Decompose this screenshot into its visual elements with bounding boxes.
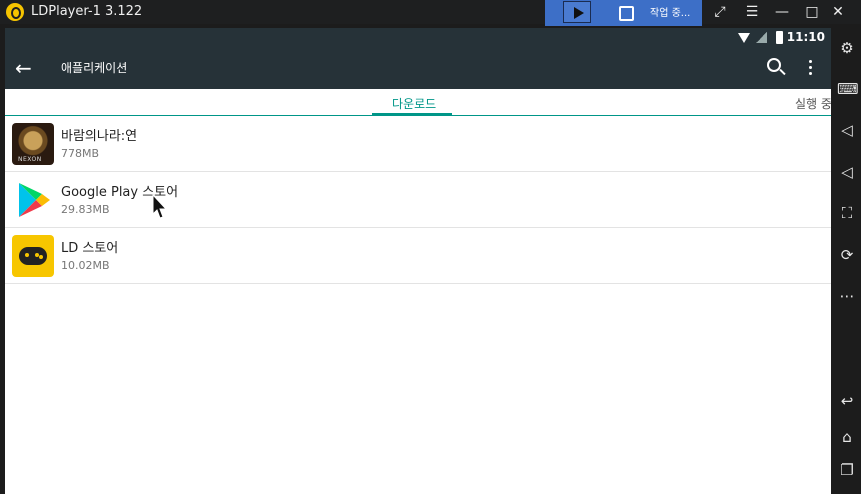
app-size: 29.83MB [61, 203, 110, 216]
ldplayer-logo-icon [6, 3, 24, 21]
list-item[interactable]: Google Play 스토어 29.83MB [5, 172, 831, 228]
emulator-sidebar: ⚙ ⌨ ◁ ◁ ⛶ ⟳ ⋯ ↩ ⌂ ❐ [833, 28, 861, 494]
app-size: 10.02MB [61, 259, 110, 272]
cellular-icon [756, 32, 767, 43]
recent-apps-icon[interactable]: ❐ [837, 460, 857, 480]
status-bar: 11:10 [5, 28, 831, 48]
list-item[interactable]: LD 스토어 10.02MB [5, 228, 831, 284]
minimize-icon[interactable]: — [772, 2, 792, 22]
home-icon[interactable]: ⌂ [837, 427, 857, 447]
tab-running[interactable]: 실행 중 [795, 95, 831, 112]
settings-icon[interactable]: ⚙ [837, 38, 857, 58]
status-time: 11:10 [786, 30, 825, 44]
battery-icon [776, 31, 783, 44]
more-icon[interactable]: ⋯ [837, 286, 857, 306]
overflow-menu-icon[interactable] [809, 60, 813, 78]
volume-down-icon[interactable]: ◁ [837, 162, 857, 182]
search-icon[interactable] [767, 58, 781, 72]
baram-app-icon [12, 123, 54, 165]
close-icon[interactable]: ✕ [828, 2, 848, 22]
tab-downloads[interactable]: 다운로드 [392, 95, 436, 112]
stop-icon[interactable] [611, 1, 639, 23]
volume-up-icon[interactable]: ◁ [837, 120, 857, 140]
wifi-icon [738, 33, 750, 43]
maximize-icon[interactable]: □ [802, 2, 822, 22]
back-arrow-icon[interactable]: ← [15, 55, 32, 81]
macro-bar: 작업 중... [545, 0, 702, 26]
app-bar: ← 애플리케이션 [5, 48, 831, 89]
ld-store-icon [12, 235, 54, 277]
back-icon[interactable]: ↩ [837, 391, 857, 411]
app-name: 바람의나라:연 [61, 129, 138, 144]
play-icon[interactable] [563, 1, 591, 23]
emulator-window: LDPlayer-1 3.122 작업 중... ⤢ ☰ — □ ✕ 11:10… [0, 0, 861, 494]
keyboard-icon[interactable]: ⌨ [837, 79, 859, 99]
google-play-icon [12, 179, 54, 221]
app-size: 778MB [61, 147, 100, 160]
android-screen: 11:10 ← 애플리케이션 다운로드 실행 중 바람의나라:연 778MB [5, 28, 831, 494]
page-title: 애플리케이션 [61, 61, 128, 75]
tab-bar: 다운로드 실행 중 [5, 89, 831, 116]
title-bar: LDPlayer-1 3.122 작업 중... ⤢ ☰ — □ ✕ [0, 0, 861, 26]
rotate-icon[interactable]: ⟳ [837, 245, 857, 265]
macro-status-label: 작업 중... [650, 8, 691, 19]
app-name: LD 스토어 [61, 241, 119, 256]
fullscreen-icon[interactable]: ⛶ [837, 203, 857, 223]
app-list: 바람의나라:연 778MB Google Play 스토어 29.83MB L [5, 116, 831, 284]
restore-icon[interactable]: ⤢ [710, 2, 730, 22]
menu-icon[interactable]: ☰ [742, 2, 762, 22]
window-title: LDPlayer-1 3.122 [31, 4, 143, 19]
list-item[interactable]: 바람의나라:연 778MB [5, 116, 831, 172]
